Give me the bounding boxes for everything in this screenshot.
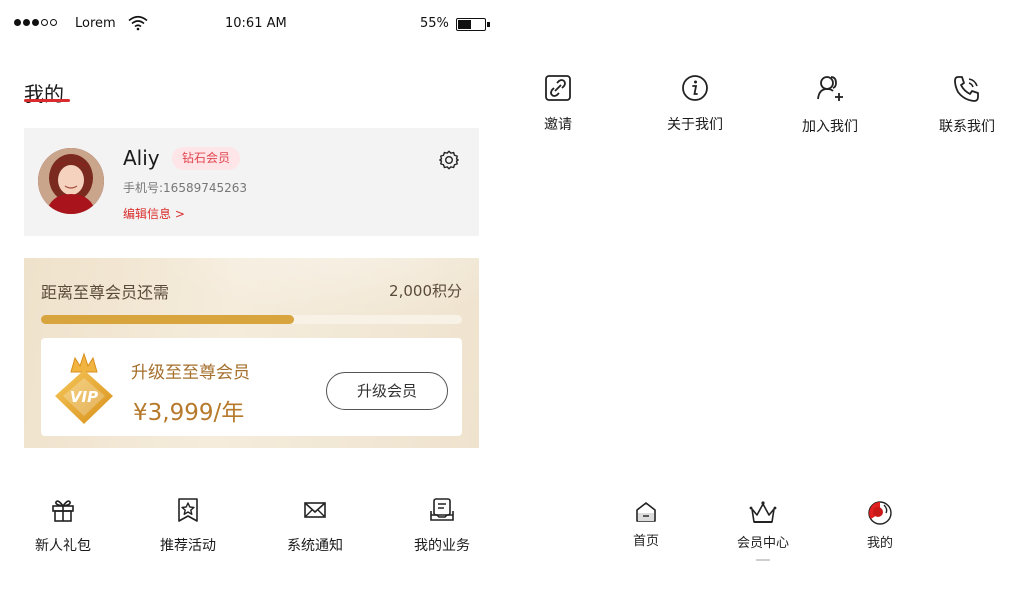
action-about-us[interactable]: 关于我们 bbox=[645, 74, 745, 134]
battery-percentage: 55% bbox=[420, 16, 449, 31]
action-label: 加入我们 bbox=[802, 119, 858, 135]
quick-action-my-business[interactable]: 我的业务 bbox=[397, 497, 487, 555]
title-underline bbox=[24, 99, 70, 102]
vip-distance-label: 距离至尊会员还需 bbox=[41, 283, 170, 302]
svg-text:VIP: VIP bbox=[70, 388, 98, 406]
upgrade-price: ¥3,999/年 bbox=[133, 400, 245, 426]
quick-action-label: 我的业务 bbox=[414, 538, 470, 554]
action-join-us[interactable]: 加入我们 bbox=[780, 74, 880, 136]
carrier-name: Lorem bbox=[75, 16, 116, 31]
nav-my[interactable]: 我的 bbox=[840, 500, 920, 551]
gear-icon[interactable] bbox=[438, 149, 460, 171]
page-title: 我的 bbox=[24, 82, 64, 106]
signal-strength-icon bbox=[14, 19, 57, 26]
quick-action-notifications[interactable]: 系统通知 bbox=[270, 497, 360, 555]
action-label: 邀请 bbox=[544, 117, 572, 133]
quick-action-gift[interactable]: 新人礼包 bbox=[18, 497, 108, 555]
phone-number: 手机号:16589745263 bbox=[123, 181, 248, 195]
action-invite[interactable]: 邀请 bbox=[508, 74, 608, 134]
username: Aliy bbox=[123, 146, 160, 170]
edit-profile-link[interactable]: 编辑信息 > bbox=[123, 205, 185, 222]
battery-icon bbox=[456, 18, 490, 31]
clipboard-icon bbox=[430, 498, 454, 521]
add-user-icon bbox=[817, 76, 843, 101]
nav-label: 首页 bbox=[632, 534, 659, 549]
action-contact-us[interactable]: 联系我们 bbox=[917, 74, 1017, 136]
vip-points-needed: 2,000积分 bbox=[389, 282, 462, 300]
upgrade-membership-button[interactable]: 升级会员 bbox=[326, 372, 448, 410]
phone-call-icon bbox=[954, 76, 979, 102]
avatar[interactable] bbox=[38, 148, 104, 214]
upgrade-panel: VIP 升级至至尊会员 ¥3,999/年 升级会员 bbox=[41, 338, 462, 436]
action-label: 联系我们 bbox=[939, 119, 995, 135]
info-icon bbox=[682, 75, 708, 101]
vip-progress-card: 距离至尊会员还需 2,000积分 VIP 升级至至尊会员 ¥3,999/年 升级… bbox=[24, 258, 479, 448]
action-label: 关于我们 bbox=[667, 117, 723, 133]
nav-member-center[interactable]: 会员中心 bbox=[723, 500, 803, 551]
link-icon bbox=[545, 75, 571, 101]
status-bar: Lorem 10:61 AM 55% bbox=[0, 0, 510, 50]
quick-action-label: 系统通知 bbox=[287, 538, 343, 554]
star-badge-icon bbox=[178, 498, 198, 522]
wifi-icon bbox=[128, 15, 148, 31]
active-tab-indicator bbox=[756, 559, 770, 561]
profile-icon bbox=[868, 501, 892, 525]
clock: 10:61 AM bbox=[225, 16, 287, 31]
nav-home[interactable]: 首页 bbox=[606, 500, 686, 549]
nav-label: 会员中心 bbox=[736, 536, 789, 551]
crown-icon bbox=[749, 501, 777, 523]
vip-emblem-icon: VIP bbox=[55, 352, 113, 424]
profile-card: Aliy 钻石会员 手机号:16589745263 编辑信息 > bbox=[24, 128, 479, 236]
vip-progress-bar bbox=[41, 315, 462, 324]
vip-progress-fill bbox=[41, 315, 294, 324]
upgrade-title: 升级至至尊会员 bbox=[131, 363, 250, 383]
member-level-badge: 钻石会员 bbox=[172, 147, 241, 170]
home-icon bbox=[636, 502, 656, 522]
mail-icon bbox=[304, 502, 326, 518]
gift-icon bbox=[52, 500, 74, 522]
quick-action-label: 推荐活动 bbox=[160, 538, 216, 554]
quick-action-label: 新人礼包 bbox=[35, 538, 91, 554]
quick-action-recommend[interactable]: 推荐活动 bbox=[143, 497, 233, 555]
nav-label: 我的 bbox=[866, 536, 893, 551]
